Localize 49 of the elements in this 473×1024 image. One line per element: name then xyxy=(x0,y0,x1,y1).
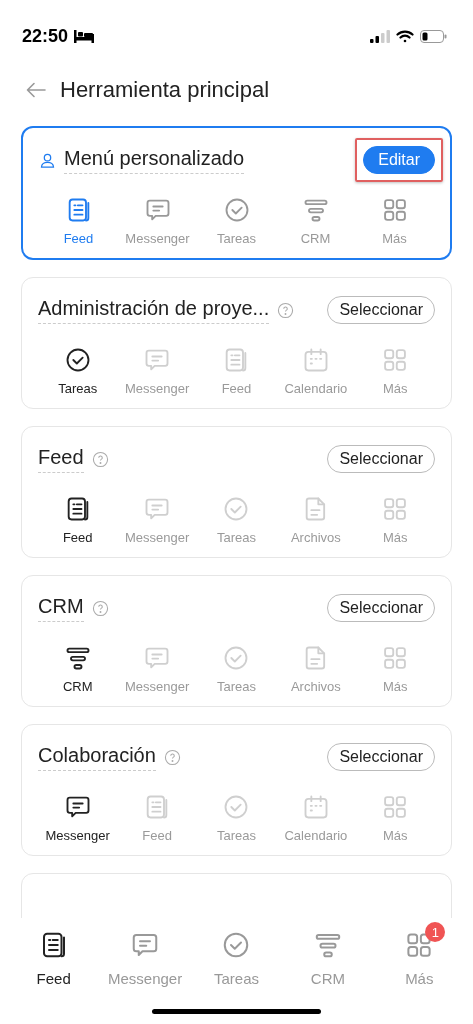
select-button[interactable]: Seleccionar xyxy=(327,594,435,622)
menu-item-label: Tareas xyxy=(216,828,256,843)
menu-item-label: CRM xyxy=(62,679,93,694)
menu-item-label: Messenger xyxy=(124,381,190,396)
menu-item-label: Messenger xyxy=(125,231,190,246)
select-button[interactable]: Seleccionar xyxy=(327,743,435,771)
menu-item-label: Más xyxy=(383,828,408,843)
help-icon[interactable] xyxy=(163,748,181,766)
menu-item-label: Calendario xyxy=(284,828,348,843)
menu-item-label: Feed xyxy=(62,530,93,545)
help-icon[interactable] xyxy=(91,599,109,617)
status-time: 22:50 xyxy=(22,25,69,47)
battery-icon xyxy=(420,29,447,43)
card-title: Colaboración xyxy=(38,743,156,771)
menu-item-label: Tareas xyxy=(217,231,256,246)
person-icon xyxy=(39,151,56,169)
menu-item-label: Calendario xyxy=(284,381,348,396)
bed-icon xyxy=(74,29,95,43)
wifi-icon xyxy=(396,29,414,43)
help-icon[interactable] xyxy=(277,301,295,319)
tab-bar-item[interactable]: Feed xyxy=(36,930,71,990)
menu-item-label: Más xyxy=(383,530,408,545)
menu-item-label: Más xyxy=(383,679,408,694)
menu-item-label: Messenger xyxy=(124,530,190,545)
menu-item-label: Tareas xyxy=(216,679,256,694)
menu-item-label: Archivos xyxy=(290,530,341,545)
page-title: Herramienta principal xyxy=(60,77,270,103)
signal-icon xyxy=(370,29,390,43)
notification-badge: 1 xyxy=(425,922,446,942)
back-arrow-icon[interactable] xyxy=(26,82,46,98)
card-title: Menú personalizado xyxy=(64,146,245,174)
menu-item-label: Más xyxy=(383,381,408,396)
menu-item-label: Archivos xyxy=(290,679,341,694)
menu-item-label: Feed xyxy=(63,231,94,246)
menu-item-label: Messenger xyxy=(124,679,190,694)
menu-item-label: Más xyxy=(382,231,407,246)
menu-item-label: Messenger xyxy=(45,828,110,843)
menu-item-label: Tareas xyxy=(58,381,98,396)
card-title: Feed xyxy=(38,445,84,473)
select-button[interactable]: Seleccionar xyxy=(327,445,435,473)
menu-item-label: Tareas xyxy=(216,530,256,545)
menu-item-label: Feed xyxy=(142,828,172,843)
help-icon[interactable] xyxy=(91,450,109,468)
menu-item-label: Feed xyxy=(221,381,252,396)
card-title: Administración de proye... xyxy=(38,296,270,324)
edit-button[interactable]: Editar xyxy=(363,146,435,174)
menu-item-label: CRM xyxy=(300,231,331,246)
select-button[interactable]: Seleccionar xyxy=(327,296,435,324)
card-title: CRM xyxy=(38,594,84,622)
